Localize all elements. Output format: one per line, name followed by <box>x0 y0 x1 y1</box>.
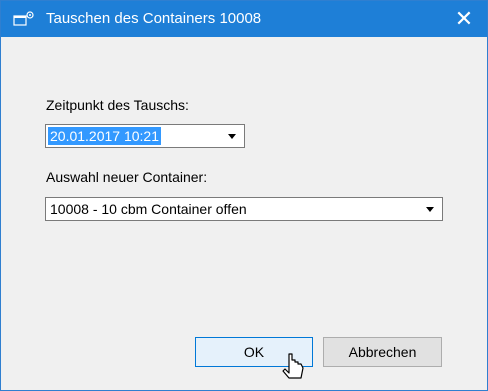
chevron-down-icon[interactable] <box>426 207 434 212</box>
container-label: Auswahl neuer Container: <box>46 169 208 185</box>
dialog-window: Tauschen des Containers 10008 ✕ Zeitpunk… <box>0 0 488 391</box>
chevron-down-icon[interactable] <box>228 134 236 139</box>
app-window-icon <box>13 11 34 26</box>
close-icon: ✕ <box>454 6 474 31</box>
container-value: 10008 - 10 cbm Container offen <box>50 201 247 217</box>
close-button[interactable]: ✕ <box>441 1 487 37</box>
time-label: Zeitpunkt des Tauschs: <box>46 97 189 113</box>
window-title: Tauschen des Containers 10008 <box>46 10 262 27</box>
cancel-button[interactable]: Abbrechen <box>323 337 442 367</box>
time-value[interactable]: 20.01.2017 10:21 <box>48 127 161 145</box>
title-bar[interactable]: Tauschen des Containers 10008 ✕ <box>1 1 487 37</box>
container-select[interactable]: 10008 - 10 cbm Container offen <box>45 197 443 221</box>
mouse-pointer-icon <box>282 353 304 379</box>
time-datepicker[interactable]: 20.01.2017 10:21 <box>45 124 245 148</box>
